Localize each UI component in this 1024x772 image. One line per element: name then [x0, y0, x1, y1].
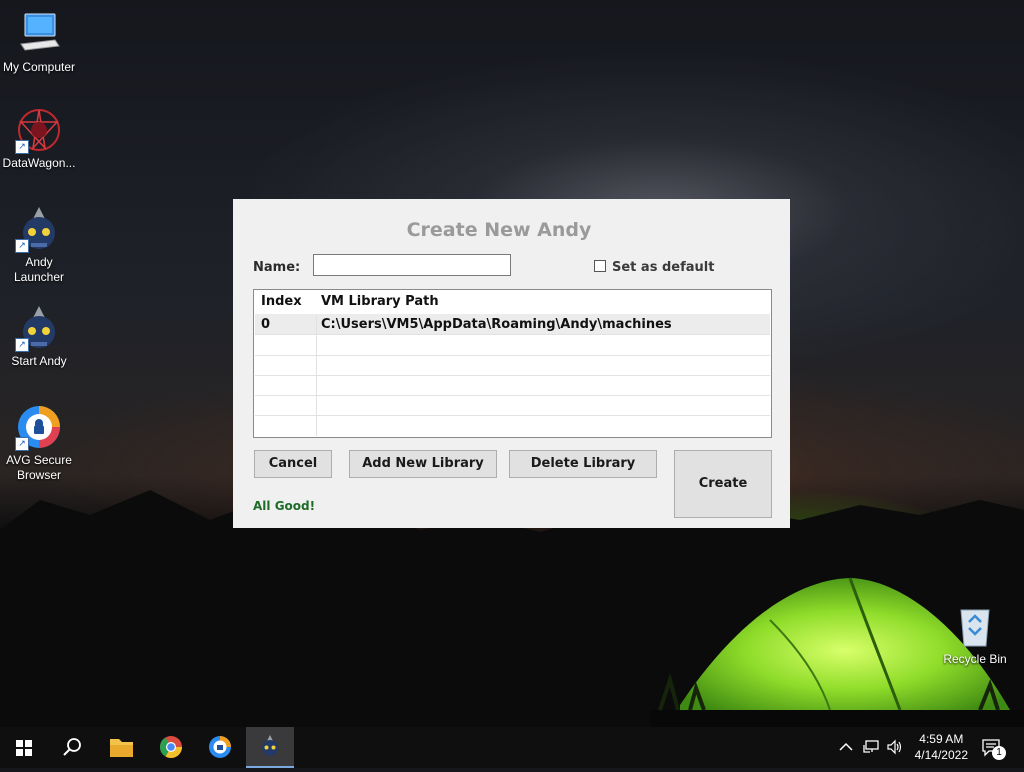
create-button[interactable]: Create: [674, 450, 772, 518]
table-row[interactable]: 0 C:\Users\VM5\AppData\Roaming\Andy\mach…: [255, 314, 770, 335]
show-hidden-icons-chevron-icon[interactable]: [838, 740, 854, 754]
create-new-andy-dialog: Create New Andy Name: Set as default Ind…: [233, 199, 790, 528]
row-index: 0: [261, 317, 271, 332]
desktop-icon-label: Recycle Bin: [943, 652, 1007, 666]
desktop-icon-start-andy[interactable]: ↗ Start Andy: [0, 304, 78, 369]
column-header-path[interactable]: VM Library Path: [321, 294, 439, 309]
computer-icon: [15, 10, 63, 58]
taskbar: 4:59 AM 4/14/2022 1: [0, 727, 1024, 768]
desktop-icon-label: My Computer: [2, 60, 76, 74]
taskbar-clock[interactable]: 4:59 AM 4/14/2022: [915, 731, 968, 763]
delete-library-button[interactable]: Delete Library: [509, 450, 657, 478]
taskbar-chrome[interactable]: [147, 727, 195, 768]
name-label: Name:: [253, 260, 301, 275]
andy-icon: ↗: [15, 205, 63, 253]
column-divider: [316, 315, 317, 436]
taskbar-avg-browser[interactable]: [196, 727, 244, 768]
datawagon-icon: ↗: [15, 106, 63, 154]
desktop-icon-datawagon[interactable]: ↗ DataWagon...: [0, 106, 78, 171]
folder-icon: [110, 739, 133, 757]
andy-icon: [262, 735, 278, 756]
dialog-title: Create New Andy: [406, 219, 592, 241]
volume-icon[interactable]: [886, 739, 904, 755]
start-button[interactable]: [0, 727, 48, 768]
status-message: All Good!: [253, 499, 316, 513]
clock-time: 4:59 AM: [919, 732, 964, 746]
desktop-icon-label: Andy Launcher: [13, 255, 65, 284]
avg-browser-icon: [209, 736, 231, 758]
vm-library-table: Index VM Library Path 0 C:\Users\VM5\App…: [253, 289, 772, 438]
empty-row: [255, 415, 770, 435]
recycle-bin-icon: [951, 602, 999, 650]
desktop-icon-label: Start Andy: [11, 354, 67, 368]
name-input[interactable]: [313, 254, 511, 276]
search-button[interactable]: [48, 727, 96, 768]
set-default-label[interactable]: Set as default: [612, 260, 714, 275]
empty-row: [255, 335, 770, 356]
taskbar-file-explorer[interactable]: [97, 727, 145, 768]
desktop-icon-label: DataWagon...: [2, 156, 76, 170]
shortcut-arrow-icon: ↗: [15, 338, 29, 352]
desktop-icon-label: AVG Secure Browser: [6, 453, 72, 482]
empty-row: [255, 395, 770, 416]
search-icon: [63, 738, 81, 756]
notification-center-button[interactable]: 1: [980, 736, 1006, 760]
desktop-icon-avg-browser[interactable]: ↗ AVG Secure Browser: [0, 403, 78, 483]
desktop-icon-my-computer[interactable]: My Computer: [0, 10, 78, 75]
clock-date: 4/14/2022: [914, 748, 968, 762]
chrome-icon: [160, 736, 182, 758]
windows-icon: [16, 740, 32, 756]
andy-icon: ↗: [15, 304, 63, 352]
desktop-icon-andy-launcher[interactable]: ↗ Andy Launcher: [0, 205, 78, 285]
cancel-button[interactable]: Cancel: [254, 450, 332, 478]
shortcut-arrow-icon: ↗: [15, 140, 29, 154]
avg-browser-icon: ↗: [15, 403, 63, 451]
set-default-checkbox[interactable]: [594, 260, 606, 272]
network-icon[interactable]: [862, 739, 880, 755]
table-header-row: Index VM Library Path: [255, 291, 770, 313]
shortcut-arrow-icon: ↗: [15, 437, 29, 451]
notification-count-badge: 1: [992, 746, 1006, 760]
column-header-index[interactable]: Index: [261, 294, 302, 309]
taskbar-andy[interactable]: [246, 727, 294, 768]
empty-row: [255, 355, 770, 376]
shortcut-arrow-icon: ↗: [15, 239, 29, 253]
desktop-icon-recycle-bin[interactable]: Recycle Bin: [936, 602, 1014, 667]
add-new-library-button[interactable]: Add New Library: [349, 450, 497, 478]
empty-row: [255, 375, 770, 396]
row-path: C:\Users\VM5\AppData\Roaming\Andy\machin…: [321, 317, 672, 332]
